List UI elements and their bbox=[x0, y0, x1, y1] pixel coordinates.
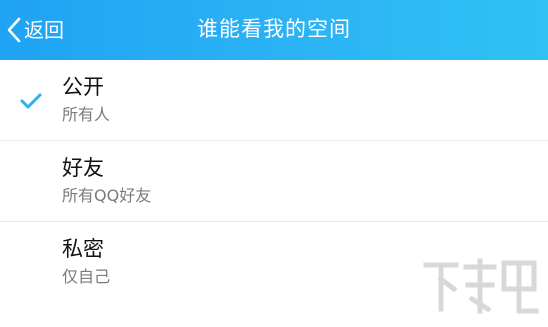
title-bar: 返回 谁能看我的空间 bbox=[0, 0, 548, 60]
option-title: 公开 bbox=[62, 75, 104, 99]
back-label: 返回 bbox=[24, 18, 64, 42]
option-private[interactable]: 私密 仅自己 bbox=[0, 222, 548, 302]
option-title: 好友 bbox=[62, 156, 104, 180]
privacy-options-list: 公开 所有人 好友 所有QQ好友 私密 仅自己 bbox=[0, 60, 548, 302]
option-title: 私密 bbox=[62, 237, 104, 261]
option-subtitle: 所有人 bbox=[62, 105, 111, 124]
page-title: 谁能看我的空间 bbox=[197, 17, 351, 41]
chevron-left-icon bbox=[7, 17, 21, 43]
checkmark-icon bbox=[20, 93, 42, 109]
option-public[interactable]: 公开 所有人 bbox=[0, 60, 548, 141]
option-subtitle: 所有QQ好友 bbox=[62, 186, 152, 205]
option-subtitle: 仅自己 bbox=[62, 267, 111, 286]
back-button[interactable]: 返回 bbox=[6, 0, 64, 60]
option-friends[interactable]: 好友 所有QQ好友 bbox=[0, 141, 548, 222]
